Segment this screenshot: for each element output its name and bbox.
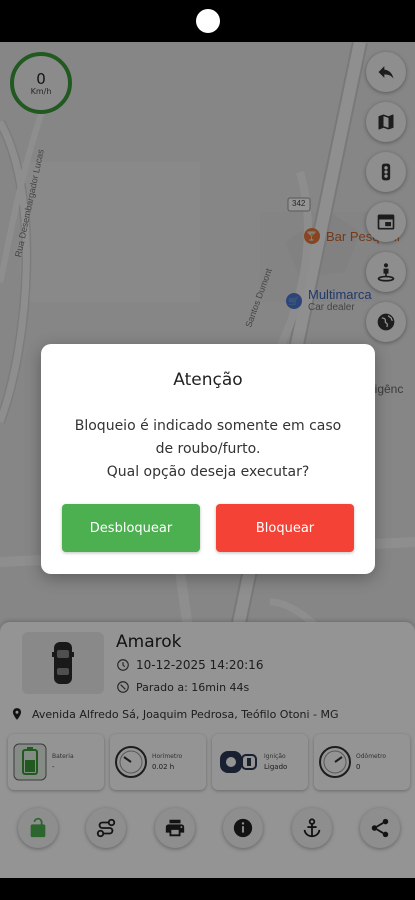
unlock-button[interactable]: Desbloquear [62, 504, 200, 552]
camera-cutout [196, 9, 220, 33]
dialog-message-line-3: Qual opção deseja executar? [106, 464, 310, 480]
dialog-message-line-1: Bloqueio é indicado somente em caso [74, 418, 342, 434]
dialog-message: Bloqueio é indicado somente em caso de r… [57, 415, 359, 484]
status-bar [0, 0, 415, 42]
app-screen: 342 🍸 Bar Pesqueir 🛒 Multimarca Car deal… [0, 0, 415, 900]
system-nav-bar [0, 878, 415, 900]
confirm-dialog: Atenção Bloqueio é indicado somente em c… [41, 344, 375, 574]
dialog-title: Atenção [173, 370, 243, 390]
dialog-message-line-2: de roubo/furto. [155, 441, 261, 457]
lock-button[interactable]: Bloquear [216, 504, 354, 552]
